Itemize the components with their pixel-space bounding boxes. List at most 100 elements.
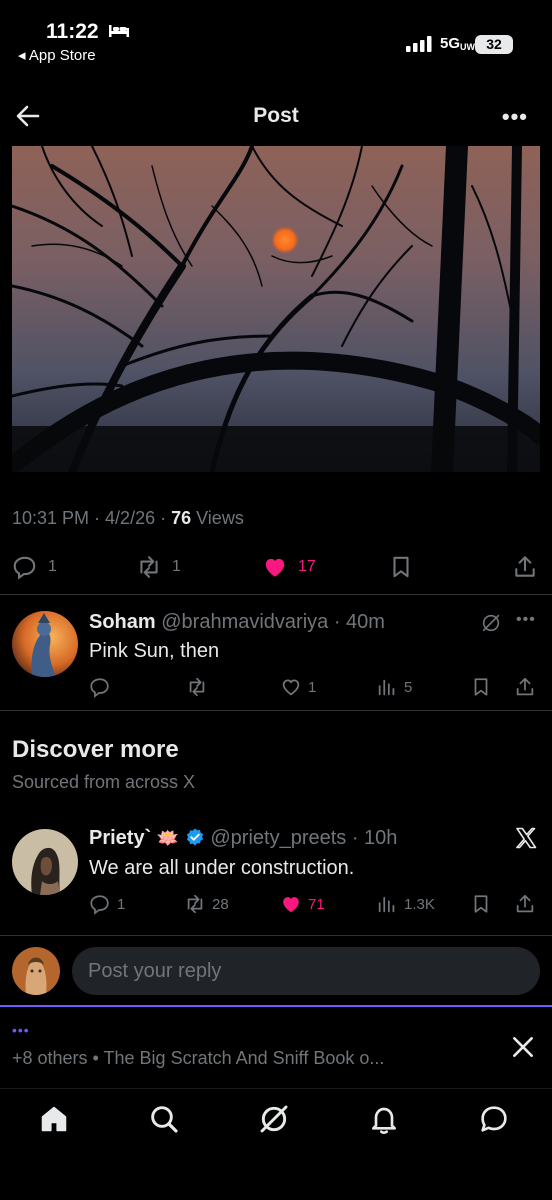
priety-avatar-image [12, 829, 78, 895]
my-avatar-image [12, 947, 60, 995]
bottom-nav [0, 1088, 552, 1152]
reply-icon [13, 556, 36, 580]
divider [0, 710, 552, 711]
cellular-signal-icon [406, 36, 432, 52]
lotus-emoji: 🪷 [156, 828, 180, 848]
verified-badge-icon [186, 828, 203, 846]
network-indicator: 5GUW [440, 35, 476, 52]
divider [0, 935, 552, 936]
sunset-through-trees-image [12, 146, 540, 472]
repost-count: 1 [172, 558, 181, 575]
reply-share-button[interactable] [514, 676, 536, 698]
views-icon [378, 896, 395, 913]
notifications-bell-icon[interactable] [368, 1103, 400, 1135]
close-icon[interactable] [510, 1034, 536, 1060]
reply-like-count: 1 [308, 678, 317, 696]
suggested-text: We are all under construction. [89, 857, 355, 879]
bookmark-icon [393, 556, 409, 578]
reply-author-handle[interactable]: @brahmavidvariya [161, 611, 328, 633]
post-header: Post ••• [0, 92, 552, 140]
avatar[interactable] [12, 611, 78, 677]
views-label: Views [191, 508, 244, 528]
post-action-bar: 1 1 17 [0, 548, 552, 588]
status-time: 11:22 [46, 20, 99, 43]
heart-filled-icon [283, 897, 299, 913]
search-icon[interactable] [148, 1103, 180, 1135]
messages-chat-icon[interactable] [478, 1103, 510, 1135]
share-icon [515, 556, 535, 577]
post-meta: 10:31 PM · 4/2/26 · 76 Views [12, 508, 244, 529]
reply-author-name[interactable]: Soham [89, 611, 156, 633]
suggested-header: Priety` 🪷 @priety_preets · 10h [89, 827, 397, 850]
bookmark-icon [474, 678, 488, 696]
bed-icon [109, 25, 129, 37]
discover-subtitle: Sourced from across X [12, 772, 196, 792]
reply-more-icon[interactable]: ••• [516, 611, 536, 629]
home-indicator-area [0, 1152, 552, 1200]
share-icon [516, 894, 534, 913]
repost-icon [189, 677, 205, 697]
reply-count: 1 [48, 558, 57, 575]
grok-icon[interactable] [480, 612, 502, 634]
like-count: 17 [298, 558, 316, 575]
suggested-bookmark-button[interactable] [470, 893, 492, 915]
reply-icon [90, 678, 109, 698]
post-timestamp: 10:31 PM · 4/2/26 · [12, 508, 172, 528]
repost-icon [140, 556, 158, 578]
bookmark-icon [474, 895, 488, 913]
home-icon[interactable] [38, 1103, 70, 1135]
suggested-reply-button[interactable]: 1 [89, 893, 125, 915]
reply-time: · 40m [328, 611, 385, 633]
reply-views-button[interactable]: 5 [376, 676, 412, 698]
reply-views-count: 5 [404, 678, 413, 696]
suggested-reply-count: 1 [117, 895, 126, 913]
suggested-action-bar: 1 28 71 1.3K [0, 893, 552, 923]
battery-indicator: 32 [475, 35, 513, 54]
suggested-views-button[interactable]: 1.3K [376, 893, 435, 915]
reply-bookmark-button[interactable] [470, 676, 492, 698]
suggested-like-button[interactable]: 71 [280, 893, 325, 915]
suggested-share-button[interactable] [514, 893, 536, 915]
repost-button[interactable]: 1 [136, 554, 181, 580]
page-title: Post [253, 104, 299, 127]
suggested-time: · 10h [346, 827, 398, 849]
suggested-author-name[interactable]: Priety` [89, 827, 151, 849]
divider [0, 594, 552, 595]
suggested-repost-button[interactable]: 28 [184, 893, 229, 915]
reply-reply-button[interactable] [89, 676, 111, 698]
post-image[interactable] [12, 146, 540, 472]
avatar[interactable] [12, 947, 60, 995]
repost-icon [187, 894, 203, 914]
reply-icon [90, 895, 109, 915]
notice-text[interactable]: +8 others • The Big Scratch And Sniff Bo… [12, 1048, 384, 1069]
avatar[interactable] [12, 829, 78, 895]
reply-like-button[interactable]: 1 [280, 676, 316, 698]
bookmark-button[interactable] [388, 554, 414, 580]
reply-text: Pink Sun, then [89, 640, 220, 662]
heart-outline-icon [282, 679, 300, 696]
like-button[interactable]: 17 [262, 554, 316, 580]
status-bar: 11:22 ◂ App Store 5GUW 32 [0, 0, 552, 70]
heart-filled-icon [265, 558, 285, 577]
suggested-views-count: 1.3K [404, 895, 435, 913]
notice-dots: ••• [12, 1022, 30, 1038]
soham-avatar-image [12, 611, 78, 677]
share-icon [516, 677, 534, 696]
suggested-repost-count: 28 [212, 895, 229, 913]
discover-title: Discover more [12, 736, 179, 763]
reply-header: Soham @brahmavidvariya · 40m [89, 611, 385, 634]
reply-action-bar: 1 5 [0, 676, 552, 706]
suggested-author-handle[interactable]: @priety_preets [210, 827, 346, 849]
views-icon [378, 679, 395, 696]
reply-repost-button[interactable] [186, 676, 208, 698]
more-options-icon[interactable]: ••• [502, 104, 528, 130]
reply-button[interactable]: 1 [12, 554, 57, 580]
x-logo-icon [516, 827, 537, 849]
share-button[interactable] [512, 554, 538, 580]
grok-icon[interactable] [258, 1103, 290, 1135]
views-count: 76 [171, 508, 192, 528]
accent-divider [0, 1005, 552, 1007]
suggested-like-count: 71 [308, 895, 325, 913]
reply-input[interactable]: Post your reply [72, 947, 540, 995]
back-to-app-store[interactable]: ◂ App Store [18, 46, 96, 64]
